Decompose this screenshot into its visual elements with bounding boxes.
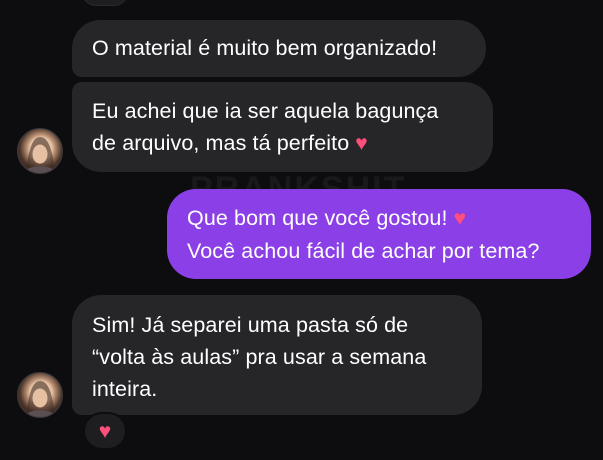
contact-avatar[interactable] bbox=[17, 372, 63, 418]
message-text-line: Sim! Já separei uma pasta só de bbox=[92, 313, 409, 337]
message-text-line: Eu achei que ia ser aquela bagunça bbox=[92, 99, 439, 123]
message-text-line: Que bom que você gostou! bbox=[187, 206, 448, 230]
message-text-line: de arquivo, mas tá perfeito bbox=[92, 131, 350, 155]
person-photo-icon bbox=[23, 381, 57, 417]
message-text-line: Você achou fácil de achar por tema? bbox=[187, 239, 540, 263]
message-text-line: inteira. bbox=[92, 377, 158, 401]
incoming-message-bubble[interactable]: Eu achei que ia ser aquela bagunça de ar… bbox=[72, 82, 493, 172]
outgoing-message-bubble[interactable]: Que bom que você gostou! ♥ Você achou fác… bbox=[167, 189, 591, 279]
message-text-line: “volta às aulas” pra usar a semana bbox=[92, 345, 427, 369]
incoming-message-bubble[interactable]: Sim! Já separei uma pasta só de “volta à… bbox=[72, 295, 482, 415]
incoming-message-bubble[interactable]: O material é muito bem organizado! bbox=[72, 20, 486, 77]
previous-reaction-pill[interactable] bbox=[82, 0, 128, 6]
heart-reaction-badge[interactable]: ♥ bbox=[83, 412, 127, 450]
person-photo-icon bbox=[23, 137, 57, 173]
message-text-line-wrap: Que bom que você gostou! ♥ bbox=[187, 202, 571, 235]
message-text-line: O material é muito bem organizado! bbox=[92, 36, 438, 60]
heart-reaction-icon: ♥ bbox=[98, 420, 112, 443]
heart-emoji-icon: ♥ bbox=[355, 132, 368, 155]
heart-emoji-icon: ♥ bbox=[453, 207, 467, 230]
contact-avatar[interactable] bbox=[17, 128, 63, 174]
message-text-line-wrap: de arquivo, mas tá perfeito ♥ bbox=[92, 127, 473, 160]
